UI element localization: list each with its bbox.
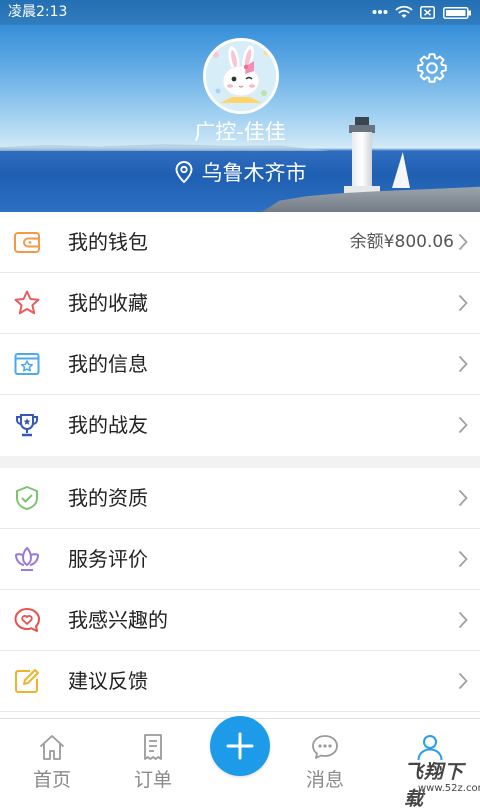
add-button[interactable]	[210, 716, 270, 776]
chevron-right-icon	[458, 355, 468, 373]
star-icon	[14, 290, 40, 315]
menu-item-info[interactable]: 我的信息	[0, 334, 480, 395]
menu-item-comrades[interactable]: 我的战友	[0, 395, 480, 456]
edit-icon	[15, 669, 39, 693]
bunny-avatar-icon	[206, 41, 276, 111]
menu-item-feedback[interactable]: 建议反馈	[0, 651, 480, 712]
profile-location: 乌鲁木齐市	[0, 157, 480, 187]
menu-item-label: 建议反馈	[68, 669, 148, 693]
message-icon	[312, 735, 338, 759]
chevron-right-icon	[458, 489, 468, 507]
avatar[interactable]	[203, 38, 279, 114]
menu-item-wallet[interactable]: 我的钱包 余额¥800.06	[0, 212, 480, 273]
home-icon	[39, 735, 65, 760]
info-card-icon	[14, 353, 40, 375]
wallet-icon	[14, 232, 40, 253]
plus-icon	[226, 732, 254, 760]
tab-messages[interactable]: 消息	[285, 719, 365, 800]
more-dots-icon	[372, 10, 388, 14]
tab-orders[interactable]: 订单	[113, 719, 193, 800]
shield-check-icon	[16, 486, 38, 510]
tab-home[interactable]: 首页	[12, 719, 92, 800]
heart-bubble-icon	[14, 608, 40, 632]
chevron-right-icon	[458, 672, 468, 690]
status-bar: 凌晨2:13	[0, 0, 480, 25]
chevron-right-icon	[458, 550, 468, 568]
tab-label: 消息	[305, 769, 344, 791]
tab-label: 首页	[32, 769, 71, 791]
chevron-right-icon	[458, 416, 468, 434]
menu-item-favorites[interactable]: 我的收藏	[0, 273, 480, 334]
menu-group-service: 我的资质 服务评价 我感兴趣的 建议反馈	[0, 468, 480, 712]
location-text: 乌鲁木齐市	[201, 161, 307, 185]
menu-item-qualification[interactable]: 我的资质	[0, 468, 480, 529]
wallet-balance: 余额¥800.06	[349, 232, 454, 252]
menu-item-label: 我的收藏	[68, 291, 148, 315]
menu-item-label: 我感兴趣的	[68, 608, 168, 632]
gear-icon[interactable]	[416, 52, 448, 84]
battery-icon	[443, 7, 471, 19]
menu-item-interests[interactable]: 我感兴趣的	[0, 590, 480, 651]
menu-item-service-rating[interactable]: 服务评价	[0, 529, 480, 590]
order-icon	[144, 734, 162, 760]
trophy-icon	[16, 414, 38, 437]
location-pin-icon	[175, 161, 192, 184]
chevron-right-icon	[458, 611, 468, 629]
menu-item-label: 我的战友	[68, 413, 148, 437]
lotus-icon	[14, 546, 40, 571]
menu-item-label: 服务评价	[68, 547, 148, 571]
chevron-right-icon	[458, 233, 468, 251]
section-divider	[0, 456, 480, 468]
chevron-right-icon	[458, 294, 468, 312]
menu-group-account: 我的钱包 余额¥800.06 我的收藏 我的信息 我的战友	[0, 212, 480, 456]
no-sim-icon	[420, 6, 435, 19]
menu-item-label: 我的钱包	[68, 230, 148, 254]
profile-name: 广控-佳佳	[194, 120, 286, 144]
status-time: 凌晨2:13	[8, 4, 68, 20]
watermark-url: www.52z.com	[418, 783, 480, 794]
wifi-icon	[395, 5, 413, 18]
menu-item-label: 我的信息	[68, 352, 148, 376]
tab-label: 订单	[133, 769, 172, 791]
menu-item-label: 我的资质	[68, 486, 148, 510]
